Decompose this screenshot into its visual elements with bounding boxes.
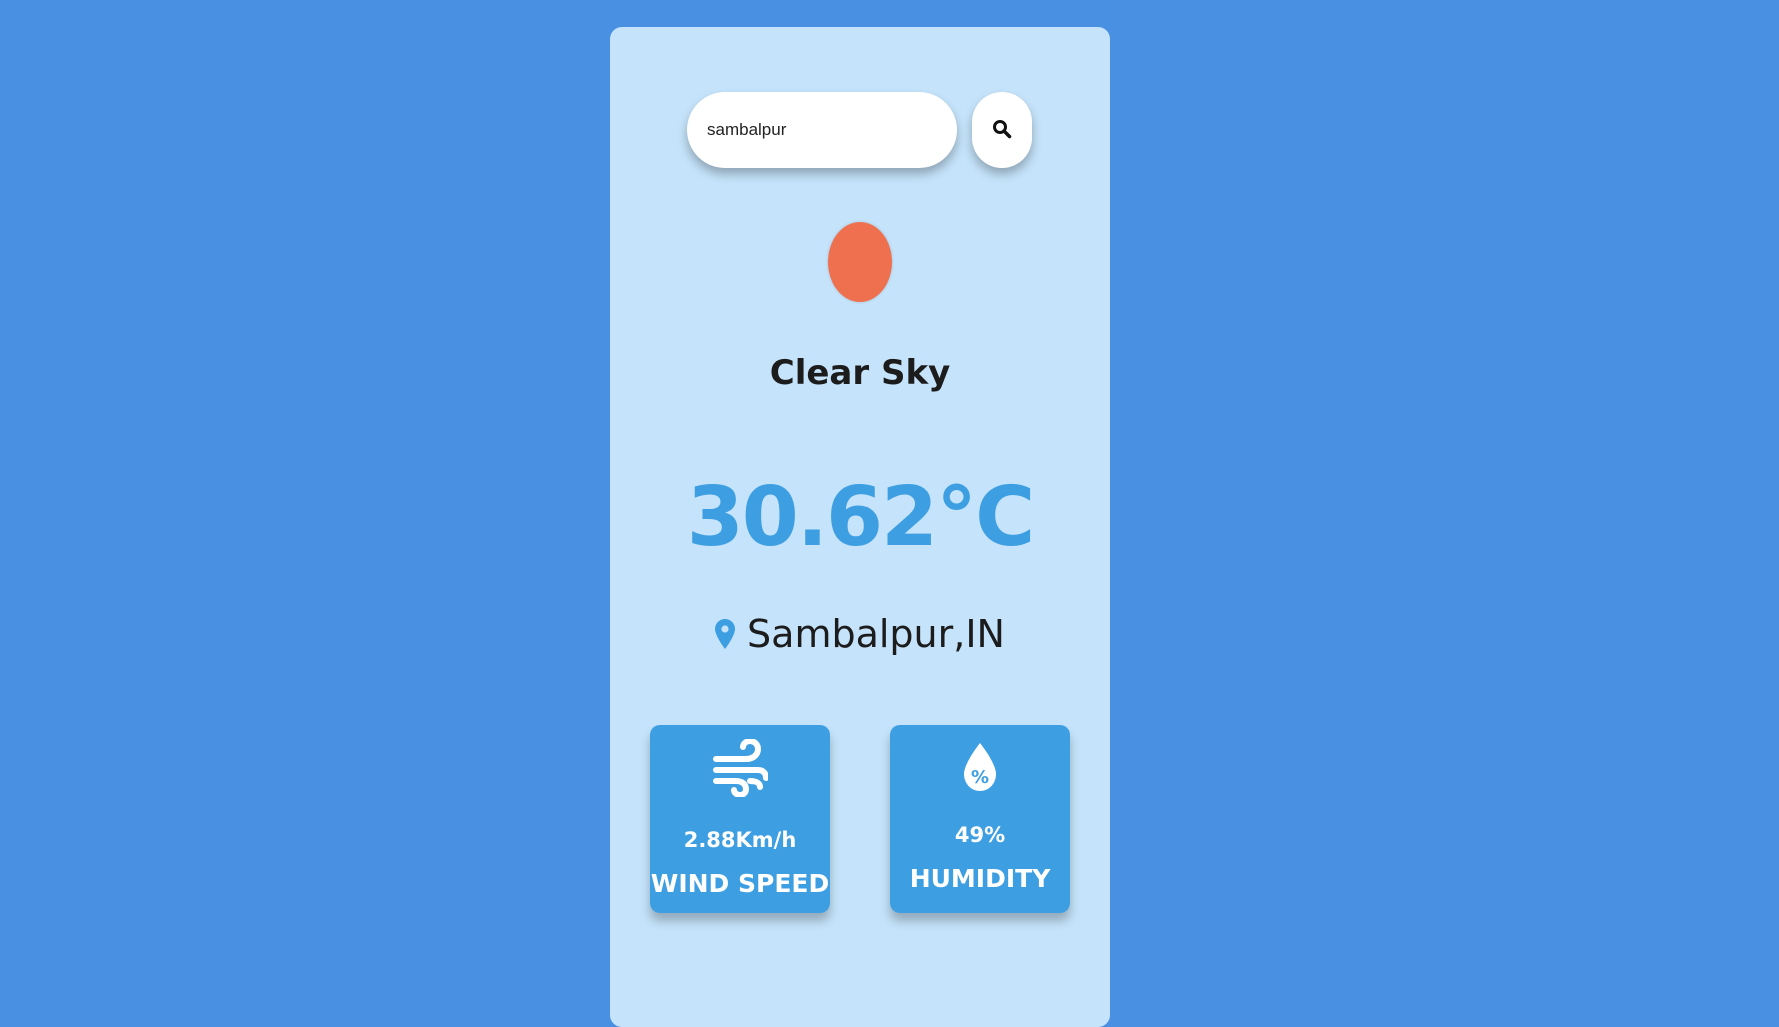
location-name: Sambalpur,IN <box>747 612 1005 656</box>
location: Sambalpur,IN <box>610 612 1110 656</box>
svg-text:%: % <box>971 767 989 788</box>
humidity-drop-icon: % <box>890 743 1070 791</box>
wind-speed-card: 2.88Km/h WIND SPEED <box>650 725 830 913</box>
humidity-label: HUMIDITY <box>909 864 1051 893</box>
search-button[interactable] <box>972 92 1032 168</box>
wind-speed-label: WIND SPEED <box>650 869 830 898</box>
sun-icon <box>828 222 892 302</box>
weather-card: Clear Sky 30.62°C Sambalpur,IN 2.88Km/h … <box>610 27 1110 1027</box>
wind-speed-value: 2.88Km/h <box>683 828 797 852</box>
temperature: 30.62°C <box>686 470 1036 565</box>
wind-icon <box>650 739 830 797</box>
search-input[interactable] <box>687 92 957 168</box>
search-bar <box>687 92 1032 168</box>
humidity-card: % 49% HUMIDITY <box>890 725 1070 913</box>
search-icon <box>992 119 1012 142</box>
humidity-value: 49% <box>954 823 1006 847</box>
weather-condition: Clear Sky <box>769 353 951 393</box>
map-pin-icon <box>715 619 736 649</box>
